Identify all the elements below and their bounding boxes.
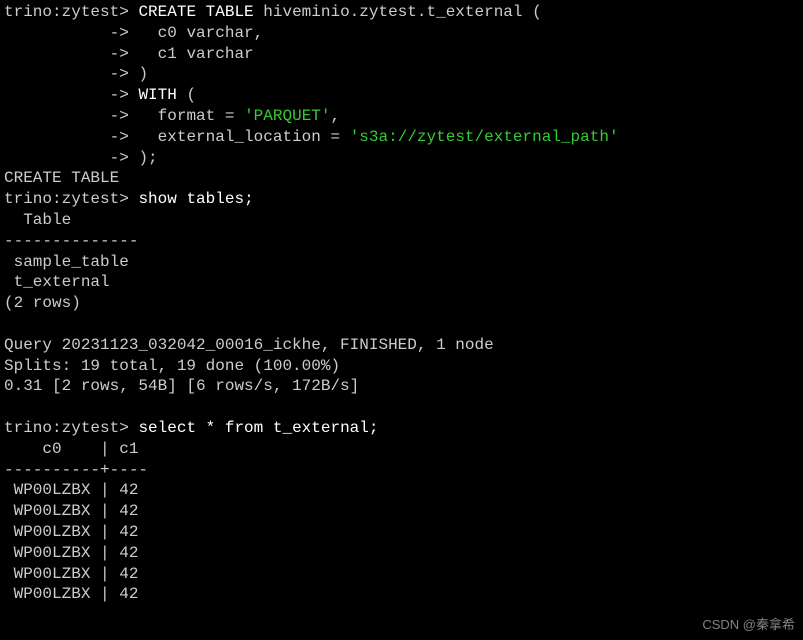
watermark: CSDN @秦拿希 — [702, 617, 795, 634]
select-row: WP00LZBX | 42 — [4, 501, 799, 522]
prompt: trino:zytest> — [4, 3, 129, 21]
query-info-3: 0.31 [2 rows, 54B] [6 rows/s, 172B/s] — [4, 376, 799, 397]
close-paren: ) — [138, 65, 148, 83]
select-sep: ----------+---- — [4, 460, 799, 481]
select-cmd: select * from t_external — [138, 419, 368, 437]
end-paren: ) — [138, 149, 148, 167]
terminal[interactable]: trino:zytest> CREATE TABLE hiveminio.zyt… — [4, 2, 799, 605]
format-val: 'PARQUET' — [244, 107, 330, 125]
row-count: (2 rows) — [4, 293, 799, 314]
prompt: trino:zytest> — [4, 419, 129, 437]
cont-prompt: -> — [4, 149, 129, 167]
select-row: WP00LZBX | 42 — [4, 543, 799, 564]
semi2: ; — [244, 190, 254, 208]
create-line-5: -> WITH ( — [4, 85, 799, 106]
loc-key: external_location — [158, 128, 321, 146]
loc-val: 's3a://zytest/external_path' — [350, 128, 619, 146]
create-line-1: trino:zytest> CREATE TABLE hiveminio.zyt… — [4, 2, 799, 23]
cont-prompt: -> — [4, 86, 129, 104]
create-line-6: -> format = 'PARQUET', — [4, 106, 799, 127]
select-header: c0 | c1 — [4, 439, 799, 460]
query-info-1: Query 20231123_032042_00016_ickhe, FINIS… — [4, 335, 799, 356]
create-line-8: -> ); — [4, 148, 799, 169]
col1: c1 varchar — [158, 45, 254, 63]
cont-prompt: -> — [4, 45, 129, 63]
blank — [4, 314, 799, 335]
select-line: trino:zytest> select * from t_external; — [4, 418, 799, 439]
col0: c0 varchar — [158, 24, 254, 42]
format-key: format — [158, 107, 216, 125]
create-keyword: CREATE TABLE — [138, 3, 253, 21]
create-line-7: -> external_location = 's3a://zytest/ext… — [4, 127, 799, 148]
comma1: , — [254, 24, 264, 42]
table-row: sample_table — [4, 252, 799, 273]
blank — [4, 397, 799, 418]
select-row: WP00LZBX | 42 — [4, 584, 799, 605]
create-line-3: -> c1 varchar — [4, 44, 799, 65]
create-line-2: -> c0 varchar, — [4, 23, 799, 44]
eq2: = — [330, 128, 340, 146]
open-paren: ( — [532, 3, 542, 21]
tables-header: Table — [4, 210, 799, 231]
cont-prompt: -> — [4, 128, 129, 146]
create-line-4: -> ) — [4, 64, 799, 85]
table-row: t_external — [4, 272, 799, 293]
open-paren2: ( — [186, 86, 196, 104]
show-tables-line: trino:zytest> show tables; — [4, 189, 799, 210]
show-tables-cmd: show tables — [138, 190, 244, 208]
with-keyword: WITH — [138, 86, 176, 104]
select-row: WP00LZBX | 42 — [4, 564, 799, 585]
select-row: WP00LZBX | 42 — [4, 480, 799, 501]
semi1: ; — [148, 149, 158, 167]
cont-prompt: -> — [4, 65, 129, 83]
tables-sep: -------------- — [4, 231, 799, 252]
table-name: hiveminio.zytest.t_external — [263, 3, 522, 21]
semi3: ; — [369, 419, 379, 437]
comma2: , — [331, 107, 341, 125]
prompt: trino:zytest> — [4, 190, 129, 208]
select-row: WP00LZBX | 42 — [4, 522, 799, 543]
create-response: CREATE TABLE — [4, 168, 799, 189]
query-info-2: Splits: 19 total, 19 done (100.00%) — [4, 356, 799, 377]
cont-prompt: -> — [4, 107, 129, 125]
cont-prompt: -> — [4, 24, 129, 42]
